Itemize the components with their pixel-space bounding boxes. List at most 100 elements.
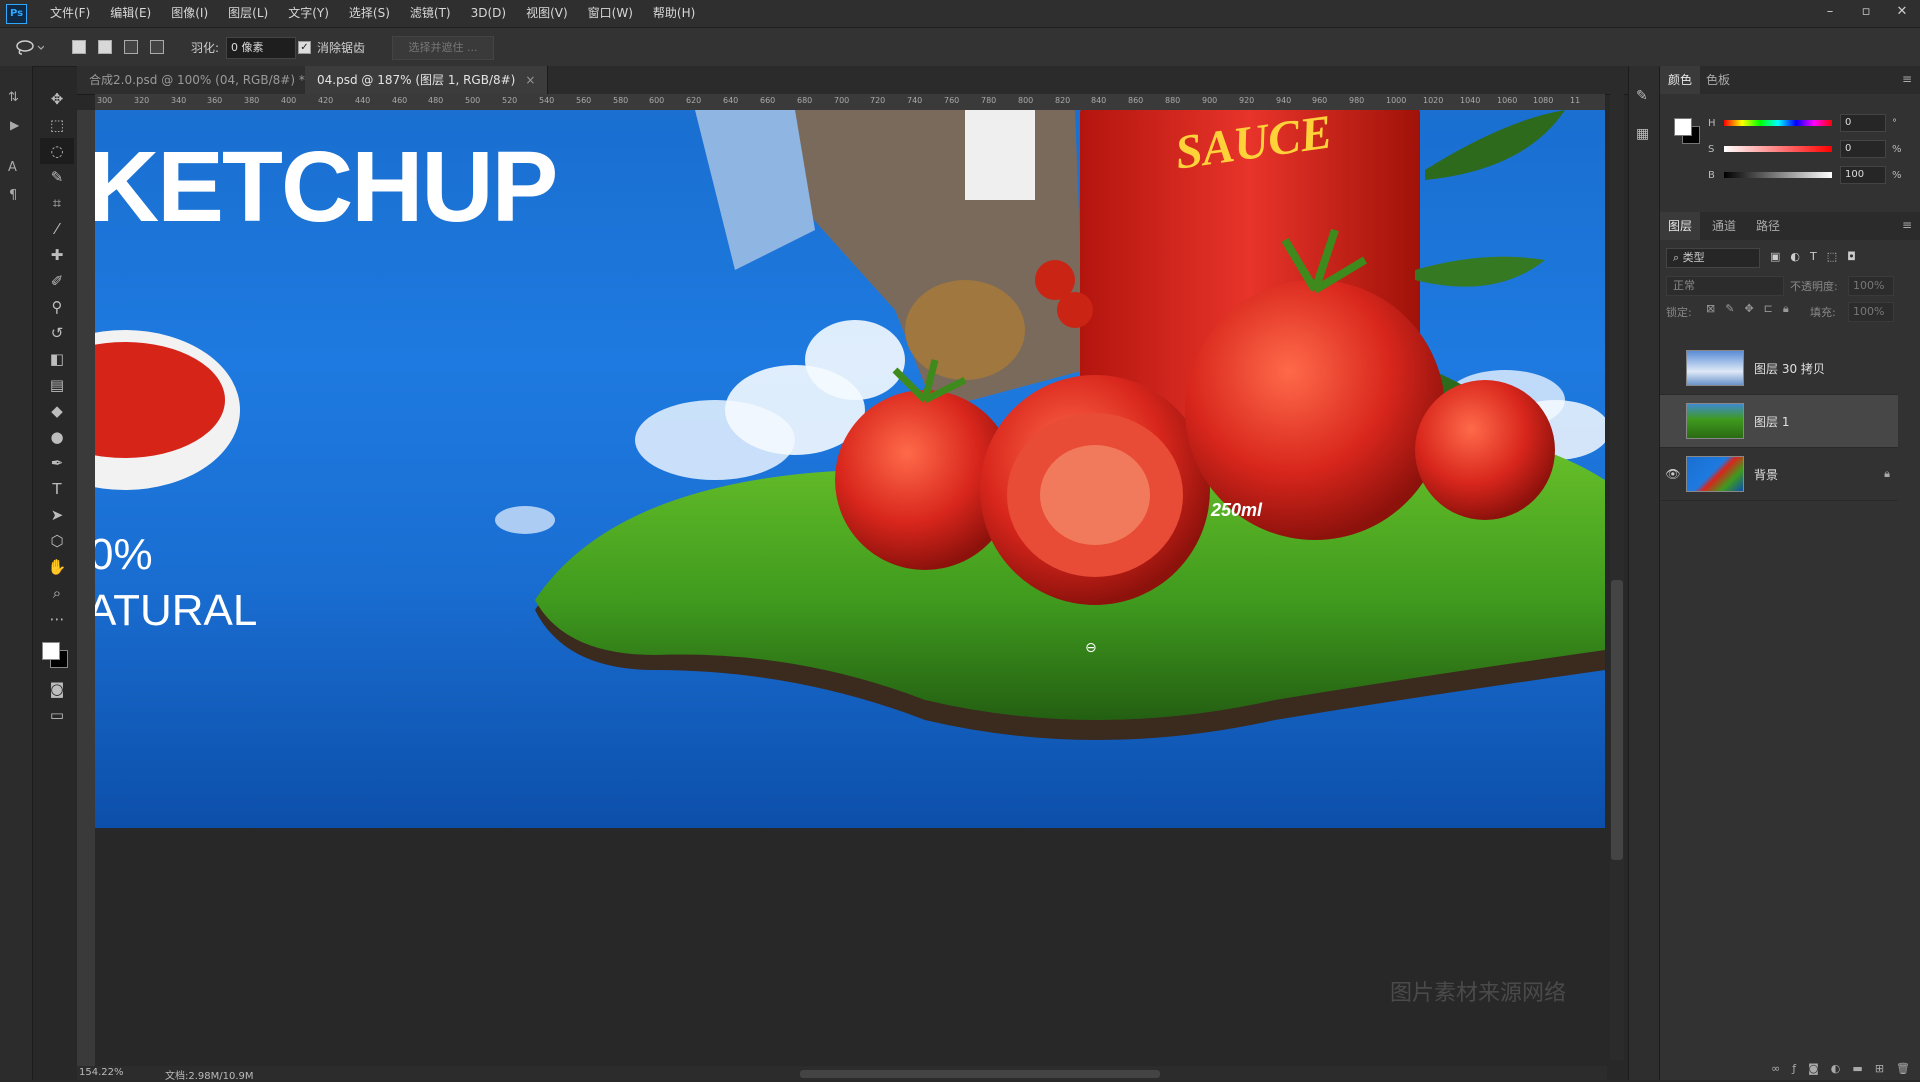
screen-mode-icon[interactable]: ▭ bbox=[40, 702, 74, 728]
eraser-tool-icon[interactable]: ◧ bbox=[40, 346, 74, 372]
quick-select-tool-icon[interactable]: ✎ bbox=[40, 164, 74, 190]
menu-view[interactable]: 视图(V) bbox=[516, 0, 578, 27]
foreground-color-swatch[interactable] bbox=[1674, 118, 1692, 136]
move-tool-icon[interactable]: ✥ bbox=[40, 86, 74, 112]
shape-filter-icon[interactable]: ⬚ bbox=[1827, 250, 1837, 263]
type-tool-icon[interactable]: T bbox=[40, 476, 74, 502]
quick-mask-icon[interactable]: ◙ bbox=[40, 676, 74, 702]
color-swatches[interactable] bbox=[40, 632, 74, 676]
eyedropper-tool-icon[interactable]: ⁄ bbox=[40, 216, 74, 242]
minimize-button[interactable]: – bbox=[1812, 0, 1848, 27]
menu-select[interactable]: 选择(S) bbox=[339, 0, 400, 27]
gradient-tool-icon[interactable]: ▤ bbox=[40, 372, 74, 398]
vertical-scrollbar[interactable] bbox=[1610, 94, 1624, 1060]
pasteboard[interactable] bbox=[95, 828, 1605, 1070]
menu-file[interactable]: 文件(F) bbox=[40, 0, 100, 27]
tab-composite-psd[interactable]: 合成2.0.psd @ 100% (04, RGB/8#) *× bbox=[77, 66, 338, 94]
add-to-selection-icon[interactable] bbox=[98, 40, 112, 54]
lock-artboard-icon[interactable]: ⊏ bbox=[1764, 302, 1773, 316]
link-layers-icon[interactable]: ∞ bbox=[1771, 1062, 1780, 1080]
layer-filter-select[interactable]: ⌕ 类型 bbox=[1666, 248, 1760, 268]
smart-object-filter-icon[interactable]: ◘ bbox=[1847, 250, 1856, 263]
lasso-tool-icon[interactable]: ◌ bbox=[40, 138, 74, 164]
character-panel-icon[interactable]: A bbox=[8, 160, 17, 175]
hue-slider[interactable] bbox=[1724, 120, 1832, 126]
blur-tool-icon[interactable]: ◆ bbox=[40, 398, 74, 424]
path-select-tool-icon[interactable]: ➤ bbox=[40, 502, 74, 528]
saturation-slider[interactable] bbox=[1724, 146, 1832, 152]
tab-paths[interactable]: 路径 bbox=[1748, 212, 1788, 240]
lock-transparent-icon[interactable]: ⊠ bbox=[1706, 302, 1715, 316]
marquee-tool-icon[interactable]: ⬚ bbox=[40, 112, 74, 138]
pixel-filter-icon[interactable]: ▣ bbox=[1770, 250, 1780, 263]
menu-window[interactable]: 窗口(W) bbox=[578, 0, 643, 27]
paragraph-panel-icon[interactable]: ¶ bbox=[9, 188, 17, 203]
new-group-icon[interactable]: ▬ bbox=[1852, 1062, 1862, 1080]
layer-style-icon[interactable]: ƒ bbox=[1792, 1062, 1796, 1080]
clone-stamp-tool-icon[interactable]: ⚲ bbox=[40, 294, 74, 320]
history-brush-tool-icon[interactable]: ↺ bbox=[40, 320, 74, 346]
layer-row-background[interactable]: 👁︎ 背景 🔒︎ bbox=[1660, 448, 1898, 501]
close-button[interactable]: ✕ bbox=[1884, 0, 1920, 27]
menu-layer[interactable]: 图层(L) bbox=[218, 0, 278, 27]
crop-tool-icon[interactable]: ⌗ bbox=[40, 190, 74, 216]
dodge-tool-icon[interactable]: ● bbox=[40, 424, 74, 450]
subtract-from-selection-icon[interactable] bbox=[124, 40, 138, 54]
tab-swatches[interactable]: 色板 bbox=[1698, 66, 1738, 94]
layer-row-layer30-copy[interactable]: 图层 30 拷贝 bbox=[1660, 342, 1898, 395]
menu-filter[interactable]: 滤镜(T) bbox=[400, 0, 461, 27]
tab-channels[interactable]: 通道 bbox=[1704, 212, 1744, 240]
new-layer-icon[interactable]: ⊞ bbox=[1875, 1062, 1884, 1080]
zoom-tool-icon[interactable]: ⌕ bbox=[40, 580, 74, 606]
menu-edit[interactable]: 编辑(E) bbox=[100, 0, 161, 27]
lock-position-icon[interactable]: ✥ bbox=[1744, 302, 1753, 316]
lasso-preset-picker[interactable] bbox=[14, 28, 44, 66]
zoom-level[interactable]: 154.22% bbox=[79, 1067, 124, 1078]
lock-image-icon[interactable]: ✎ bbox=[1725, 302, 1734, 316]
healing-brush-tool-icon[interactable]: ✚ bbox=[40, 242, 74, 268]
more-tools-icon[interactable]: ⋯ bbox=[40, 606, 74, 632]
tab-close-icon[interactable]: × bbox=[525, 73, 535, 87]
brush-tool-icon[interactable]: ✐ bbox=[40, 268, 74, 294]
menu-type[interactable]: 文字(Y) bbox=[278, 0, 339, 27]
restore-button[interactable]: ▫ bbox=[1848, 0, 1884, 27]
shape-tool-icon[interactable]: ⬡ bbox=[40, 528, 74, 554]
actions-play-icon[interactable]: ▶ bbox=[10, 118, 19, 132]
panel-menu-icon[interactable]: ≡ bbox=[1902, 218, 1912, 232]
new-selection-icon[interactable] bbox=[72, 40, 86, 54]
eye-icon[interactable]: 👁︎ bbox=[1660, 467, 1686, 481]
tab-layers[interactable]: 图层 bbox=[1660, 212, 1701, 240]
adjustment-layer-icon[interactable]: ◐ bbox=[1831, 1062, 1841, 1080]
blend-mode-select[interactable]: 正常 bbox=[1666, 276, 1784, 296]
tab-color[interactable]: 颜色 bbox=[1660, 66, 1701, 94]
fill-input[interactable]: 100% bbox=[1848, 302, 1894, 322]
lock-all-icon[interactable]: 🔒︎ bbox=[1783, 302, 1789, 316]
document-canvas[interactable]: KETCHUP 0% ATURAL SAUCE 250ml ⊖ bbox=[95, 110, 1605, 828]
panel-menu-icon[interactable]: ≡ bbox=[1902, 72, 1912, 86]
feather-input[interactable]: 0 像素 bbox=[226, 37, 296, 59]
menu-image[interactable]: 图像(I) bbox=[161, 0, 218, 27]
antialias-checkbox[interactable]: ✓ bbox=[298, 40, 311, 54]
hue-value[interactable]: 0 bbox=[1840, 114, 1886, 132]
delete-layer-icon[interactable]: 🗑︎ bbox=[1896, 1062, 1910, 1080]
brightness-slider[interactable] bbox=[1724, 172, 1832, 178]
horizontal-scrollbar-thumb[interactable] bbox=[800, 1070, 1160, 1078]
adjustment-filter-icon[interactable]: ◐ bbox=[1790, 250, 1800, 263]
saturation-value[interactable]: 0 bbox=[1840, 140, 1886, 158]
select-and-mask-button[interactable]: 选择并遮住 ... bbox=[392, 36, 494, 60]
foreground-color-swatch[interactable] bbox=[42, 642, 60, 660]
menu-3d[interactable]: 3D(D) bbox=[461, 0, 516, 27]
intersect-selection-icon[interactable] bbox=[150, 40, 164, 54]
vertical-scrollbar-thumb[interactable] bbox=[1611, 580, 1623, 860]
add-mask-icon[interactable]: ◙ bbox=[1808, 1062, 1819, 1080]
hand-tool-icon[interactable]: ✋ bbox=[40, 554, 74, 580]
menu-help[interactable]: 帮助(H) bbox=[643, 0, 705, 27]
brightness-value[interactable]: 100 bbox=[1840, 166, 1886, 184]
history-icon[interactable]: ⇅ bbox=[8, 90, 19, 105]
layer-row-layer1[interactable]: 图层 1 bbox=[1660, 395, 1898, 448]
brush-settings-icon[interactable]: ✎ bbox=[1636, 88, 1648, 104]
tab-04-psd[interactable]: 04.psd @ 187% (图层 1, RGB/8#) × bbox=[305, 66, 549, 94]
properties-icon[interactable]: ▦ bbox=[1636, 126, 1649, 142]
type-filter-icon[interactable]: T bbox=[1810, 250, 1817, 263]
opacity-input[interactable]: 100% bbox=[1848, 276, 1894, 296]
